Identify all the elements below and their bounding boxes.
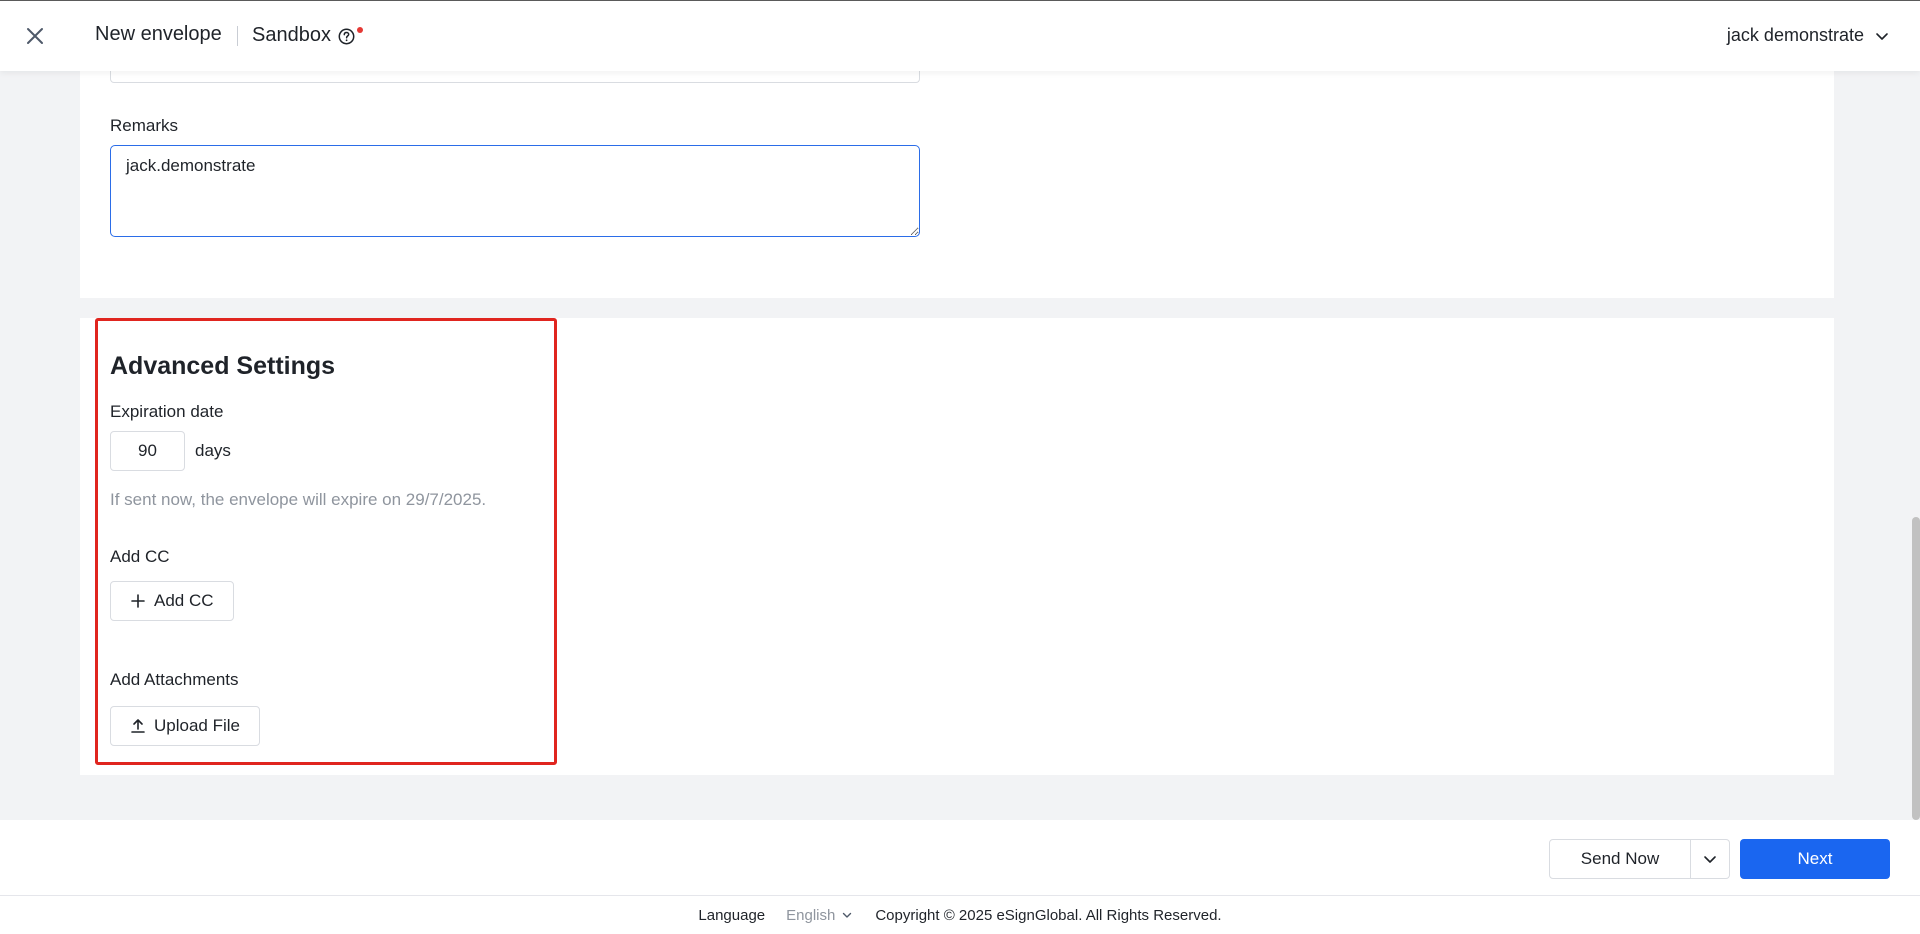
top-header: New envelope Sandbox jack demonstrate [0, 0, 1920, 71]
scrollbar-thumb[interactable] [1912, 517, 1920, 820]
environment-label: Sandbox [252, 24, 331, 46]
add-attachments-label: Add Attachments [110, 670, 239, 689]
chevron-down-icon [1876, 32, 1888, 40]
upload-file-button-label: Upload File [154, 716, 240, 735]
action-bar: Send Now Next [0, 820, 1920, 896]
expiration-date-label: Expiration date [110, 402, 224, 421]
send-now-button[interactable]: Send Now [1549, 839, 1691, 879]
details-card: Remarks jack.demonstrate [80, 59, 1834, 298]
add-cc-button-label: Add CC [154, 591, 214, 610]
remarks-label: Remarks [110, 116, 179, 135]
add-cc-label: Add CC [110, 547, 170, 566]
send-button-group: Send Now [1549, 839, 1730, 879]
language-label: Language [698, 906, 766, 924]
copyright-text: Copyright © 2025 eSignGlobal. All Rights… [875, 906, 1222, 924]
header-divider [237, 26, 238, 46]
help-icon[interactable] [338, 28, 355, 45]
notification-dot [357, 27, 363, 33]
user-menu[interactable]: jack demonstrate [1727, 25, 1890, 46]
add-cc-button[interactable]: Add CC [110, 581, 234, 621]
advanced-settings-title: Advanced Settings [110, 352, 336, 380]
send-options-dropdown[interactable] [1691, 839, 1730, 879]
expiration-days-input[interactable] [110, 431, 185, 471]
advanced-settings-card: Advanced Settings Expiration date days I… [80, 318, 1834, 775]
user-name: jack demonstrate [1726, 25, 1864, 45]
close-button[interactable] [22, 23, 48, 49]
expiration-hint: If sent now, the envelope will expire on… [110, 490, 487, 509]
remarks-textarea[interactable]: jack.demonstrate [110, 145, 920, 237]
language-value: English [786, 906, 836, 924]
upload-file-button[interactable]: Upload File [110, 706, 260, 746]
close-icon [27, 28, 43, 44]
chevron-down-icon [843, 912, 852, 918]
days-unit-label: days [195, 441, 231, 460]
page-title: New envelope [95, 23, 222, 45]
highlight-box [95, 318, 557, 765]
next-button[interactable]: Next [1740, 839, 1890, 879]
language-select[interactable]: English [786, 907, 853, 924]
page-footer: Language English Copyright © 2025 eSignG… [0, 896, 1920, 934]
plus-icon [131, 594, 145, 608]
chevron-down-icon [1704, 856, 1716, 863]
upload-icon [131, 719, 145, 733]
